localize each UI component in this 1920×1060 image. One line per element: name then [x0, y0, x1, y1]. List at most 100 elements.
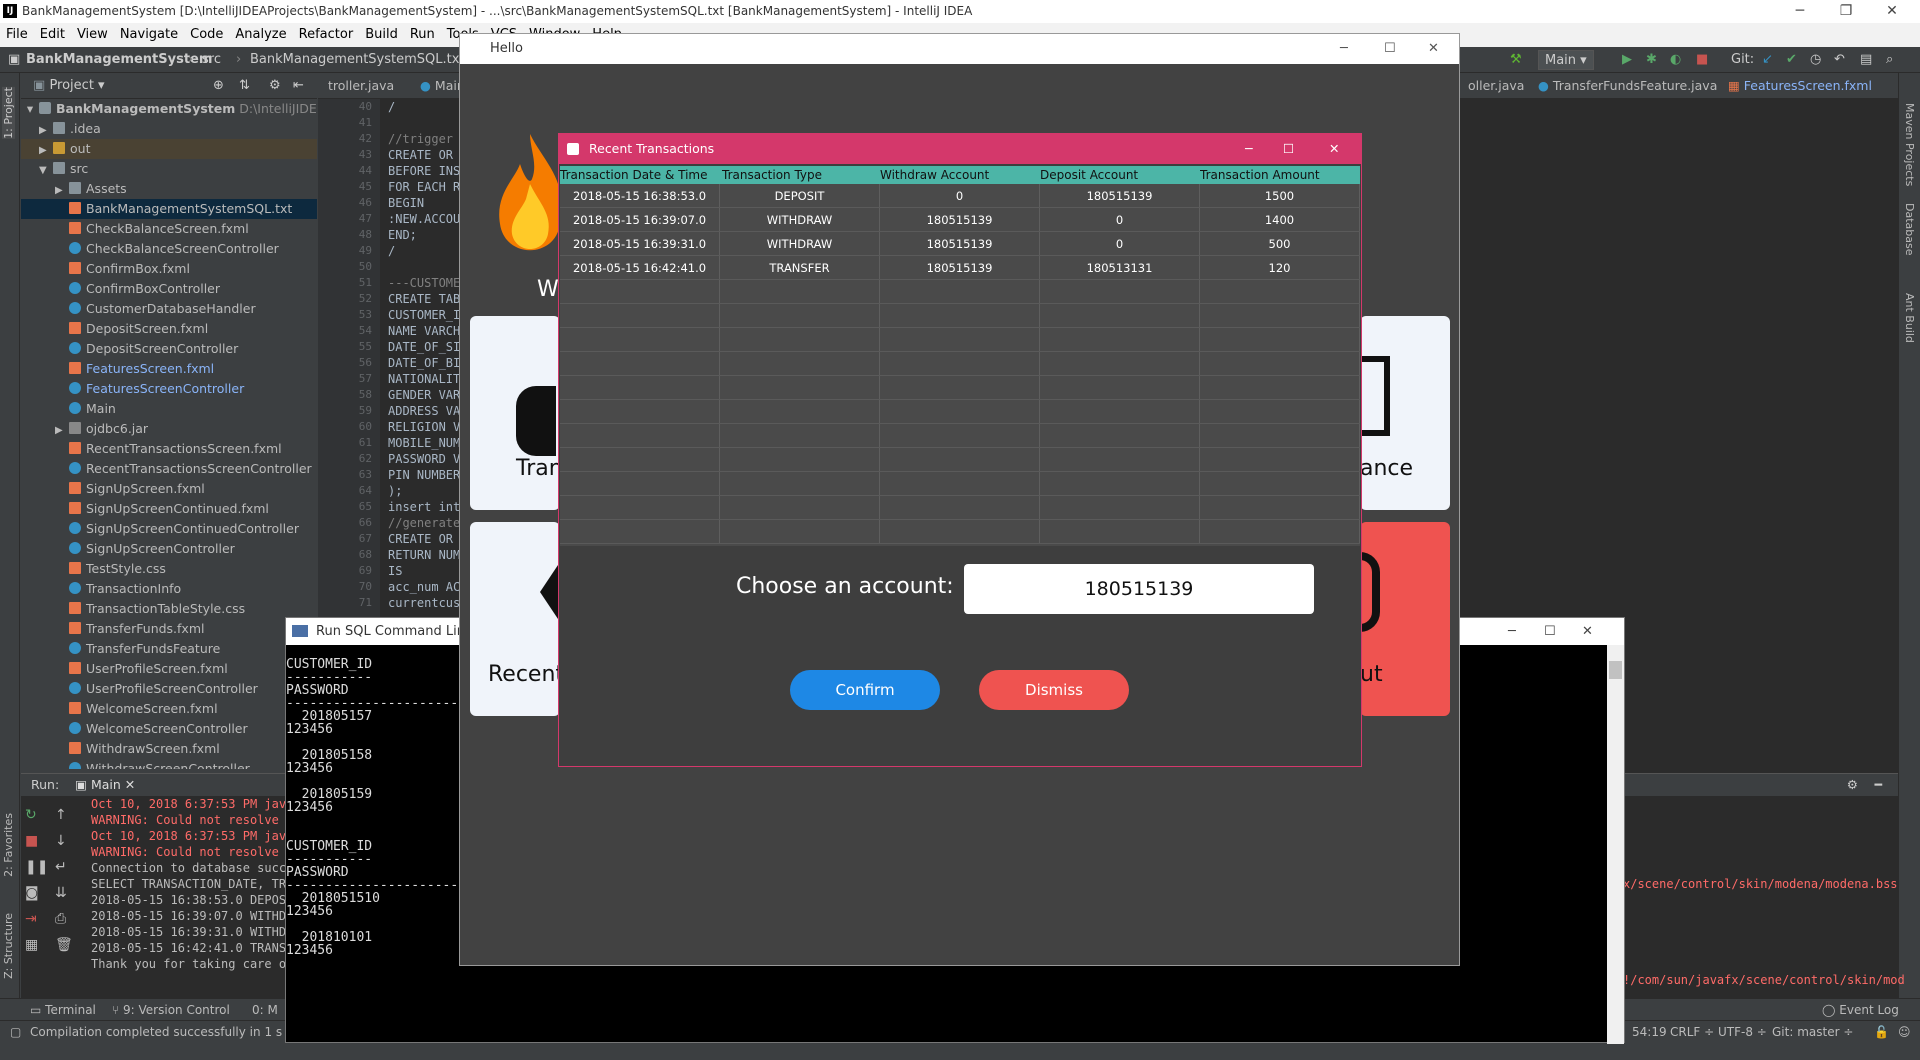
tree-item[interactable]: DepositScreenController — [21, 339, 317, 359]
sql-scrollbar[interactable] — [1607, 645, 1624, 1044]
maven-projects-tab[interactable]: Maven Projects — [1903, 103, 1916, 186]
run-hide-icon[interactable]: ━ — [1874, 774, 1882, 796]
tree-item[interactable]: ▶ out — [21, 139, 317, 159]
column-header[interactable]: Transaction Date & Time — [560, 166, 720, 184]
dialog-close-icon[interactable]: ✕ — [1329, 134, 1339, 164]
tree-item[interactable]: SignUpScreenContinued.fxml — [21, 499, 317, 519]
project-view-select[interactable]: Project — [49, 78, 93, 93]
tree-item[interactable]: TransferFundsFeature — [21, 639, 317, 659]
tree-item[interactable]: TransactionTableStyle.css — [21, 599, 317, 619]
tree-item[interactable]: RecentTransactionsScreen.fxml — [21, 439, 317, 459]
tree-item[interactable]: ▶ ojdbc6.jar — [21, 419, 317, 439]
breadcrumb-file[interactable]: BankManagementSystemSQL.txt — [250, 47, 465, 73]
hello-close-icon[interactable]: ✕ — [1428, 34, 1439, 64]
collapse-icon[interactable]: ⇅ — [239, 73, 250, 99]
check-balance-card[interactable]: ance — [1360, 316, 1450, 510]
logout-card[interactable]: ut — [1360, 522, 1450, 716]
scroll-end-icon[interactable]: ⇊ — [55, 880, 75, 906]
menu-item-navigate[interactable]: Navigate — [114, 23, 184, 47]
caret-position[interactable]: 54:19 — [1632, 1021, 1667, 1044]
status-toggle-icon[interactable]: ▢ — [10, 1021, 21, 1044]
column-header[interactable]: Transaction Amount — [1200, 166, 1360, 184]
confirm-button[interactable]: Confirm — [790, 670, 940, 710]
dialog-minimize-icon[interactable]: ─ — [1245, 134, 1253, 164]
layout-icon[interactable]: ▦ — [25, 932, 45, 958]
line-separator[interactable]: CRLF ÷ — [1670, 1021, 1714, 1044]
expand-arrow-icon[interactable]: ▶ — [55, 421, 69, 441]
tree-item[interactable]: UserProfileScreen.fxml — [21, 659, 317, 679]
rerun-icon[interactable]: ↻ — [25, 802, 45, 828]
history-icon[interactable]: ◷ — [1810, 47, 1821, 73]
menu-item-build[interactable]: Build — [359, 23, 404, 47]
exit-icon[interactable]: ⇥ — [25, 906, 45, 932]
target-icon[interactable]: ⊕ — [213, 73, 224, 99]
tree-item[interactable]: BankManagementSystemSQL.txt — [21, 199, 317, 219]
project-tool-tab[interactable]: 1: Project — [2, 87, 15, 139]
inspector-icon[interactable]: ☺ — [1898, 1021, 1911, 1044]
table-row[interactable]: 2018-05-15 16:39:31.0 WITHDRAW 180515139 0 5… — [560, 232, 1360, 256]
event-log-tab[interactable]: ◯ Event Log — [1822, 999, 1899, 1021]
hello-minimize-icon[interactable]: ─ — [1340, 34, 1348, 64]
hello-restore-icon[interactable]: ☐ — [1384, 34, 1396, 64]
column-header[interactable]: Deposit Account — [1040, 166, 1200, 184]
tree-item[interactable]: FeaturesScreen.fxml — [21, 359, 317, 379]
tree-item[interactable]: WelcomeScreen.fxml — [21, 699, 317, 719]
version-control-tab[interactable]: ⑂ 9: Version Control — [112, 999, 230, 1021]
expand-arrow-icon[interactable]: ▶ — [39, 121, 53, 141]
table-row[interactable] — [560, 424, 1360, 448]
transactions-table[interactable]: Transaction Date & Time Transaction Type W… — [560, 166, 1360, 546]
print-icon[interactable]: ⎙ — [55, 906, 75, 932]
editor-tab[interactable]: oller.java — [1458, 73, 1534, 99]
table-row[interactable] — [560, 304, 1360, 328]
git-commit-icon[interactable]: ✔ — [1786, 47, 1797, 73]
file-encoding[interactable]: UTF-8 ÷ — [1718, 1021, 1767, 1044]
tree-item[interactable]: RecentTransactionsScreenController — [21, 459, 317, 479]
settings-gear-icon[interactable]: ⚙ — [269, 73, 281, 99]
debug-icon[interactable]: ✱ — [1646, 47, 1657, 73]
table-row[interactable] — [560, 520, 1360, 544]
stop-icon[interactable]: ■ — [1696, 47, 1708, 73]
coverage-icon[interactable]: ◐ — [1670, 47, 1681, 73]
pause-icon[interactable]: ❚❚ — [25, 854, 48, 880]
menu-item-view[interactable]: View — [71, 23, 114, 47]
menu-item-code[interactable]: Code — [184, 23, 229, 47]
menu-item-file[interactable]: File — [0, 23, 34, 47]
expand-arrow-icon[interactable]: ▾ — [21, 99, 39, 119]
build-hammer-icon[interactable]: ⚒ — [1510, 47, 1522, 73]
table-row[interactable] — [560, 496, 1360, 520]
editor-tab-transfer[interactable]: ● TransferFundsFeature.java — [1528, 73, 1727, 99]
table-row[interactable] — [560, 448, 1360, 472]
tree-item[interactable]: Main — [21, 399, 317, 419]
restore-icon[interactable]: ❐ — [1823, 0, 1869, 23]
run-console-output[interactable]: Oct 10, 2018 6:37:53 PM java WARNING: Cou… — [91, 796, 293, 972]
table-row[interactable] — [560, 352, 1360, 376]
database-tab[interactable]: Database — [1903, 203, 1916, 256]
run-icon[interactable]: ▶ — [1622, 47, 1632, 73]
tree-item[interactable]: ▶ .idea — [21, 119, 317, 139]
git-update-icon[interactable]: ↙ — [1762, 47, 1773, 73]
table-row[interactable] — [560, 328, 1360, 352]
tree-item[interactable]: SignUpScreenContinuedController — [21, 519, 317, 539]
ant-build-tab[interactable]: Ant Build — [1903, 293, 1916, 343]
column-header[interactable]: Withdraw Account — [880, 166, 1040, 184]
expand-arrow-icon[interactable]: ▶ — [39, 141, 53, 161]
trash-icon[interactable]: 🗑 — [55, 932, 75, 958]
table-row[interactable]: 2018-05-15 16:42:41.0 TRANSFER 180515139 18… — [560, 256, 1360, 280]
sql-scrollbar-thumb[interactable] — [1609, 661, 1622, 679]
table-row[interactable] — [560, 376, 1360, 400]
table-row[interactable]: 2018-05-15 16:38:53.0 DEPOSIT 0 180515139 15… — [560, 184, 1360, 208]
camera-icon[interactable]: ◙ — [25, 880, 45, 906]
tree-item[interactable]: TransactionInfo — [21, 579, 317, 599]
revert-icon[interactable]: ↶ — [1834, 47, 1845, 73]
soft-wrap-icon[interactable]: ↵ — [55, 854, 75, 880]
favorites-tool-tab[interactable]: 2: Favorites — [2, 813, 15, 877]
expand-arrow-icon[interactable]: ▼ — [39, 161, 53, 181]
tree-item[interactable]: UserProfileScreenController — [21, 679, 317, 699]
up-arrow-icon[interactable]: ↑ — [55, 802, 75, 828]
tree-item[interactable]: CheckBalanceScreen.fxml — [21, 219, 317, 239]
account-select[interactable]: 180515139 — [964, 564, 1314, 614]
minimize-icon[interactable]: ─ — [1777, 0, 1823, 23]
close-icon[interactable]: ✕ — [1869, 0, 1915, 23]
transfer-card[interactable]: Tran — [470, 316, 563, 510]
tree-item[interactable]: WithdrawScreen.fxml — [21, 739, 317, 759]
